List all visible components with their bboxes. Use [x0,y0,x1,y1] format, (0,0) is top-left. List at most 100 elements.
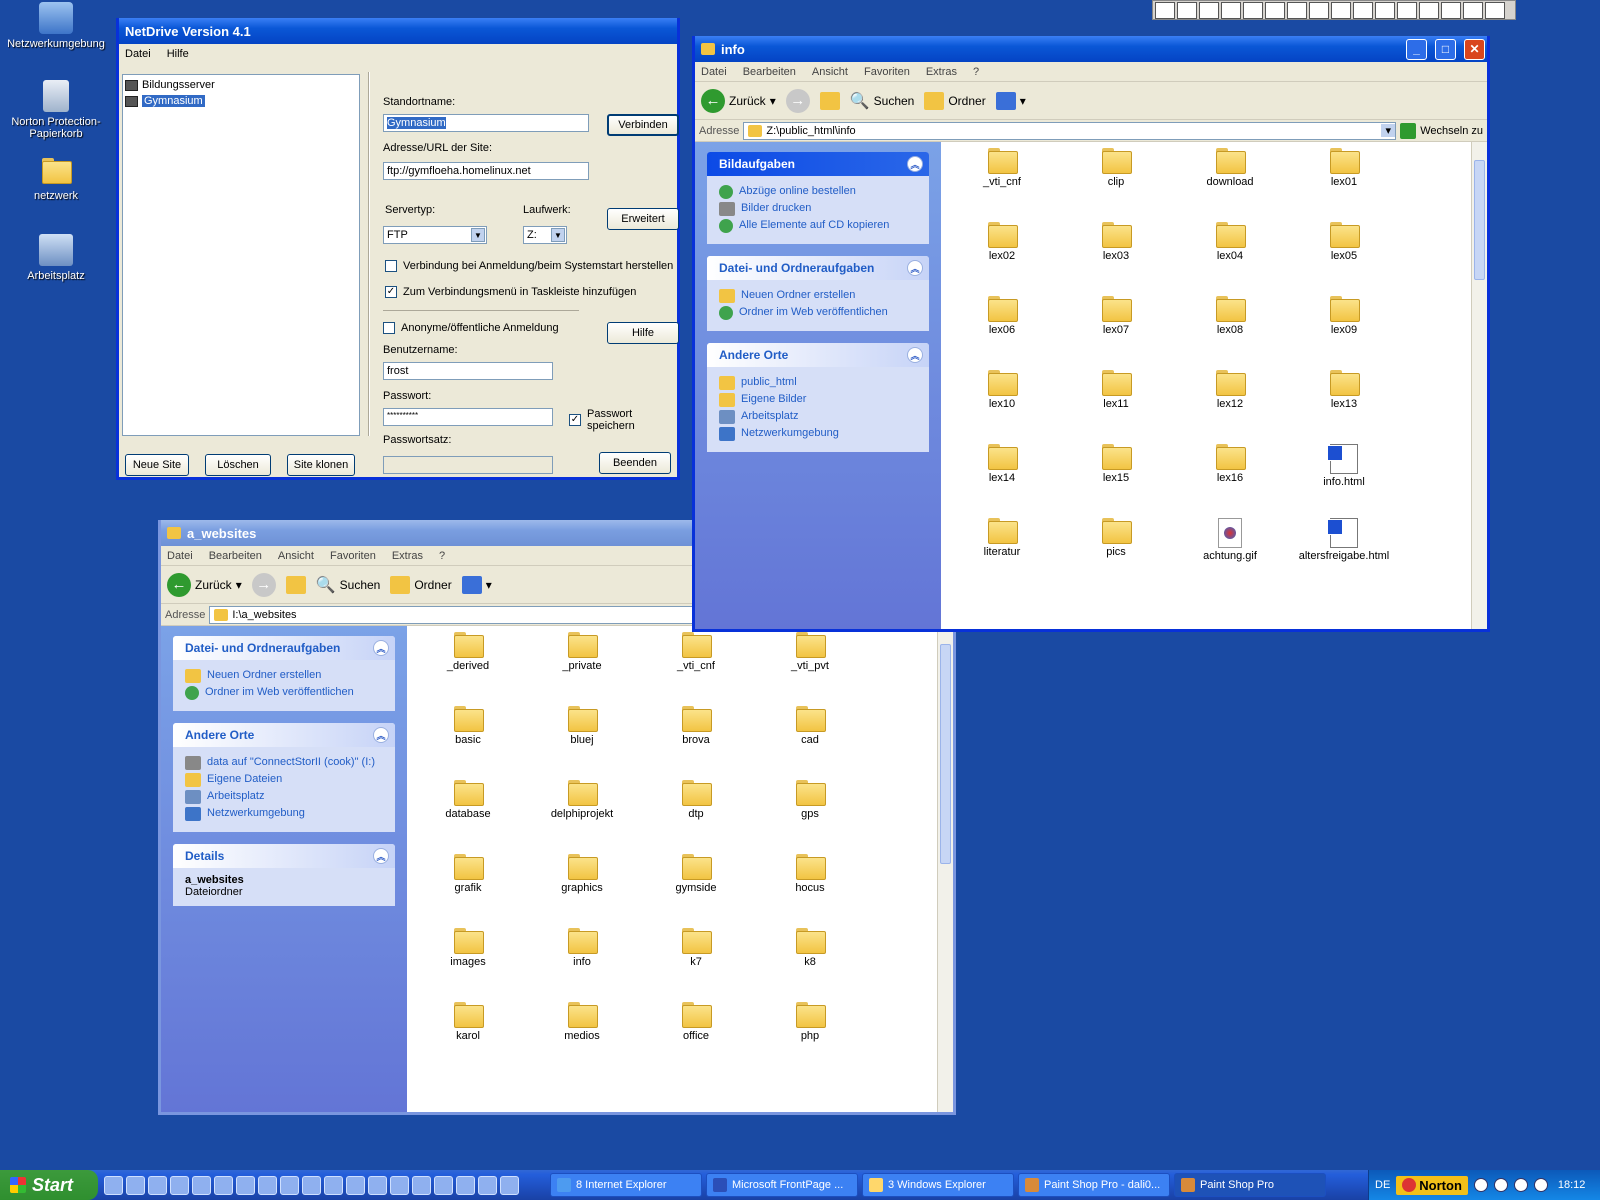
file-item[interactable]: k7 [639,928,753,988]
go-button[interactable]: Wechseln zu [1400,122,1483,139]
place-my-documents[interactable]: Eigene Dateien [185,773,383,787]
erweitert-button[interactable]: Erweitert [607,208,679,230]
file-item[interactable]: delphiprojekt [525,780,639,840]
office-shortcut-icon[interactable] [1287,2,1307,19]
file-item[interactable]: cad [753,706,867,766]
search-button[interactable]: 🔍 Suchen [850,91,915,111]
file-item[interactable]: graphics [525,854,639,914]
quicklaunch-icon[interactable] [214,1175,233,1195]
office-shortcut-icon[interactable] [1485,2,1505,19]
task-new-folder[interactable]: Neuen Ordner erstellen [719,289,917,303]
minimize-button[interactable]: _ [1406,38,1427,60]
views-button[interactable]: ▾ [995,91,1026,110]
file-item[interactable]: bluej [525,706,639,766]
tray-icon[interactable] [1533,1178,1548,1192]
collapse-icon[interactable]: ︽ [907,156,923,172]
standortname-input[interactable]: Gymnasium [383,114,589,132]
task-print-images[interactable]: Bilder drucken [719,202,917,216]
task-windows-explorer[interactable]: 3 Windows Explorer [862,1173,1014,1197]
task-paint-shop-pro[interactable]: Paint Shop Pro [1174,1173,1326,1197]
menu-hilfe[interactable]: Hilfe [167,48,189,60]
file-item[interactable]: pics [1059,518,1173,578]
quicklaunch-icon[interactable] [346,1175,365,1195]
beenden-button[interactable]: Beenden [599,452,671,474]
place-my-pictures[interactable]: Eigene Bilder [719,393,917,407]
file-item[interactable]: _vti_pvt [753,632,867,692]
quicklaunch-icon[interactable] [324,1175,343,1195]
site-list[interactable]: Bildungsserver Gymnasium [122,74,360,436]
task-new-folder[interactable]: Neuen Ordner erstellen [185,669,383,683]
site-item-gymnasium[interactable]: Gymnasium [125,93,357,109]
file-item[interactable]: medios [525,1002,639,1062]
hilfe-button[interactable]: Hilfe [607,322,679,344]
menu-bearbeiten[interactable]: Bearbeiten [209,550,262,562]
tray-icon[interactable] [1493,1178,1508,1192]
quicklaunch-icon[interactable] [412,1175,431,1195]
scrollbar-thumb[interactable] [940,644,951,864]
office-shortcut-icon[interactable] [1221,2,1241,19]
tray-icon[interactable] [1513,1178,1528,1192]
menu-help[interactable]: ? [439,550,445,562]
site-item-bildungsserver[interactable]: Bildungsserver [125,77,357,93]
file-item[interactable]: lex09 [1287,296,1401,356]
quicklaunch-icon[interactable] [126,1175,145,1195]
file-item[interactable]: lex02 [945,222,1059,282]
file-item[interactable]: lex01 [1287,148,1401,208]
panel-header[interactable]: Bildaufgaben ︽ [707,152,929,176]
office-shortcut-icon[interactable] [1199,2,1219,19]
vertical-scrollbar[interactable] [937,626,953,1112]
quicklaunch-icon[interactable] [236,1175,255,1195]
file-item[interactable]: hocus [753,854,867,914]
place-my-computer[interactable]: Arbeitsplatz [185,790,383,804]
quicklaunch-icon[interactable] [192,1175,211,1195]
chevron-down-icon[interactable]: ▾ [1381,124,1396,137]
maximize-button[interactable]: □ [1435,38,1456,60]
laufwerk-select[interactable]: Z: ▼ [523,226,567,244]
clone-site-button[interactable]: Site klonen [287,454,355,476]
file-item[interactable]: php [753,1002,867,1062]
file-item[interactable]: gymside [639,854,753,914]
file-item[interactable]: _vti_cnf [639,632,753,692]
file-item[interactable]: brova [639,706,753,766]
panel-header[interactable]: Datei- und Ordneraufgaben ︽ [707,256,929,280]
office-shortcut-icon[interactable] [1441,2,1461,19]
desktop-icon-recycle-bin[interactable]: Norton Protection-Papierkorb [0,80,112,140]
office-shortcut-icon[interactable] [1419,2,1439,19]
place-network[interactable]: Netzwerkumgebung [185,807,383,821]
office-shortcut-icon[interactable] [1309,2,1329,19]
file-item[interactable]: grafik [411,854,525,914]
quicklaunch-icon[interactable] [368,1175,387,1195]
file-item[interactable]: dtp [639,780,753,840]
chevron-down-icon[interactable]: ▾ [236,578,242,592]
user-input[interactable]: frost [383,362,553,380]
quicklaunch-icon[interactable] [456,1175,475,1195]
menu-datei[interactable]: Datei [701,66,727,78]
file-item[interactable]: lex13 [1287,370,1401,430]
pass-input[interactable]: ********** [383,408,553,426]
chevron-down-icon[interactable]: ▾ [770,94,776,108]
file-item[interactable]: k8 [753,928,867,988]
task-publish-web[interactable]: Ordner im Web veröffentlichen [719,306,917,320]
file-item[interactable]: info [525,928,639,988]
search-button[interactable]: 🔍 Suchen [316,575,381,595]
file-item[interactable]: lex06 [945,296,1059,356]
task-internet-explorer[interactable]: 8 Internet Explorer [550,1173,702,1197]
desktop-icon-netzwerk[interactable]: netzwerk [0,158,112,202]
url-input[interactable]: ftp://gymfloeha.homelinux.net [383,162,589,180]
quicklaunch-icon[interactable] [104,1175,123,1195]
quicklaunch-icon[interactable] [148,1175,167,1195]
collapse-icon[interactable]: ︽ [907,347,923,363]
folders-button[interactable]: Ordner [924,91,986,110]
office-shortcut-icon[interactable] [1265,2,1285,19]
collapse-icon[interactable]: ︽ [373,640,389,656]
forward-button[interactable]: → [785,88,810,113]
file-item[interactable]: basic [411,706,525,766]
quicklaunch-icon[interactable] [280,1175,299,1195]
quicklaunch-icon[interactable] [302,1175,321,1195]
file-item[interactable]: lex07 [1059,296,1173,356]
file-item[interactable]: lex11 [1059,370,1173,430]
menu-extras[interactable]: Extras [926,66,957,78]
scrollbar-thumb[interactable] [1474,160,1485,280]
file-item[interactable]: _private [525,632,639,692]
file-item[interactable]: lex12 [1173,370,1287,430]
